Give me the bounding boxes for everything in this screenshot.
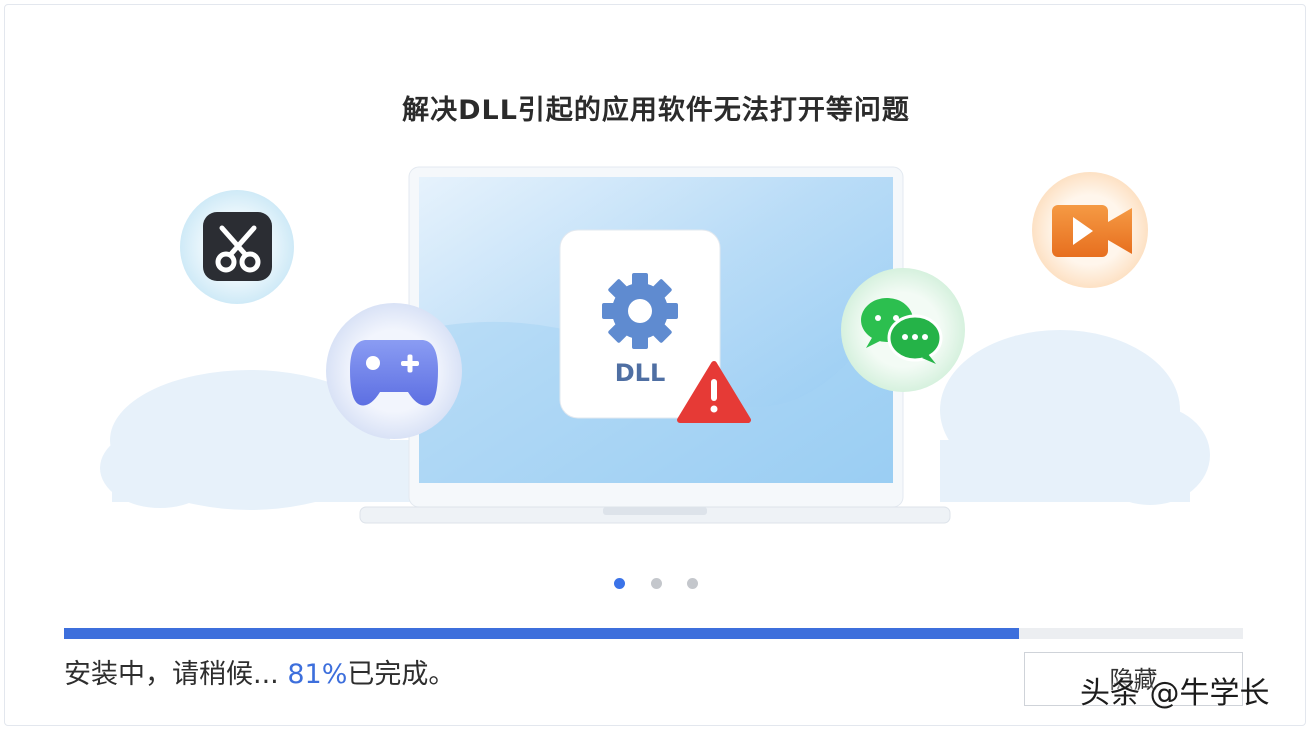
game-app-icon bbox=[326, 303, 462, 439]
video-app-icon bbox=[1032, 172, 1148, 288]
banner-illustration: DLL bbox=[100, 166, 1210, 524]
carousel-dot-3[interactable] bbox=[686, 578, 698, 589]
dll-label: DLL bbox=[615, 359, 666, 387]
status-suffix: 已完成。 bbox=[347, 659, 456, 690]
gear-icon bbox=[602, 273, 678, 349]
install-status-text: 安装中，请稍候... 81%已完成。 bbox=[64, 652, 455, 691]
chat-app-icon bbox=[841, 268, 965, 392]
carousel-dot-2[interactable] bbox=[650, 578, 662, 589]
status-prefix: 安装中，请稍候... bbox=[64, 659, 288, 690]
watermark-text: 头条 @牛学长 bbox=[1080, 676, 1270, 711]
status-percent: 81% bbox=[287, 659, 348, 690]
carousel-indicator bbox=[0, 573, 1312, 592]
install-progress-bar bbox=[64, 628, 1243, 639]
screenshot-app-icon bbox=[180, 190, 294, 304]
install-progress-fill bbox=[64, 628, 1019, 639]
carousel-dot-1[interactable] bbox=[614, 578, 626, 589]
